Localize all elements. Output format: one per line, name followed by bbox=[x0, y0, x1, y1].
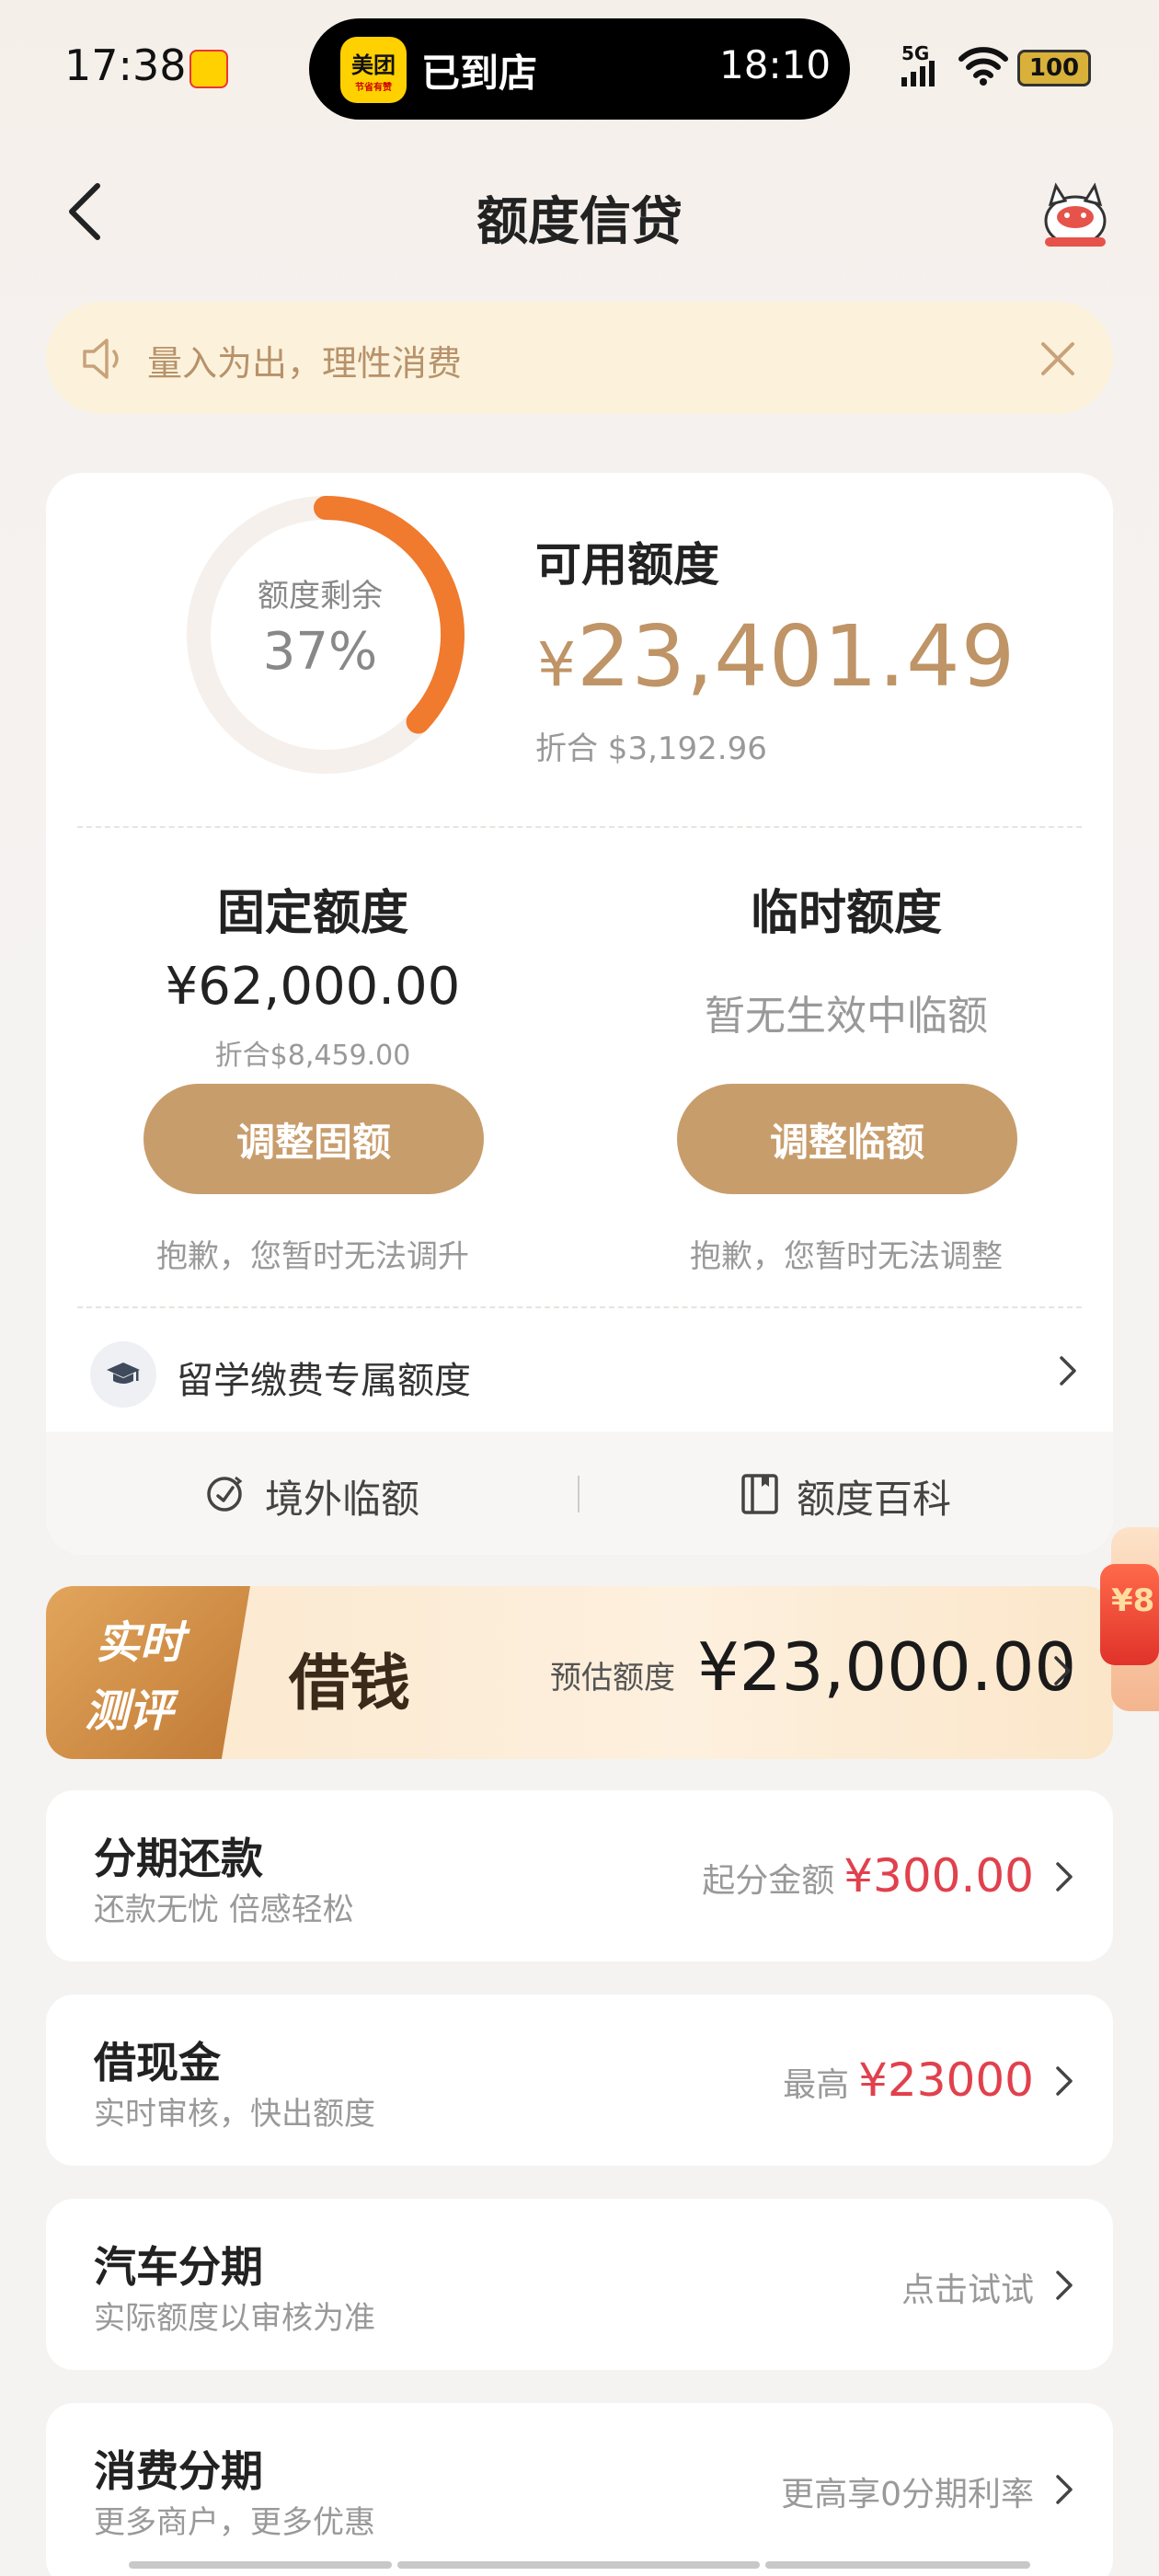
adjust-fixed-button[interactable]: 调整固额 bbox=[143, 1084, 484, 1194]
chevron-left-icon bbox=[69, 183, 100, 240]
scroll-indicator bbox=[129, 2561, 392, 2569]
service-right-label: 更高享0分期利率 bbox=[781, 2476, 1034, 2513]
service-subtitle: 实际额度以审核为准 bbox=[94, 2300, 375, 2337]
available-approx: 折合 $3,192.96 bbox=[535, 730, 767, 767]
service-subtitle: 更多商户，更多优惠 bbox=[94, 2504, 375, 2541]
service-title: 消费分期 bbox=[94, 2446, 263, 2496]
chevron-right-icon bbox=[1054, 1656, 1071, 1685]
island-app-sub: 节省有赞 bbox=[355, 83, 392, 93]
graduation-cap-icon bbox=[90, 1341, 156, 1408]
service-subtitle: 还款无忧 倍感轻松 bbox=[94, 1892, 354, 1928]
study-abroad-link[interactable]: 留学缴费专属额度 bbox=[177, 1351, 471, 1404]
island-status-text: 已到店 bbox=[421, 51, 538, 96]
fixed-quota-title: 固定额度 bbox=[216, 886, 408, 941]
service-right-price: ¥300.00 bbox=[843, 1849, 1034, 1903]
service-right-label: 点击试试 bbox=[901, 2271, 1034, 2309]
available-label: 可用额度 bbox=[535, 538, 719, 592]
link-divider bbox=[578, 1476, 580, 1512]
available-currency: ¥ bbox=[537, 629, 577, 700]
notice-text: 量入为出，理性消费 bbox=[147, 343, 463, 384]
service-right-price: ¥23000 bbox=[858, 2053, 1034, 2107]
badge-line-1: 实时 bbox=[96, 1617, 185, 1669]
battery-icon: 100 bbox=[1017, 50, 1091, 86]
mascot-icon[interactable] bbox=[1038, 180, 1113, 250]
island-time: 18:10 bbox=[719, 42, 832, 87]
service-subtitle: 实时审核，快出额度 bbox=[94, 2096, 375, 2133]
chevron-right-icon bbox=[1056, 2475, 1073, 2504]
chevron-right-icon bbox=[1056, 2066, 1073, 2096]
service-right-label: 最高 bbox=[783, 2066, 850, 2104]
promo-amount: ¥8 bbox=[1111, 1582, 1155, 1619]
status-time: 17:38 bbox=[64, 40, 187, 90]
close-icon[interactable] bbox=[1036, 337, 1080, 381]
refresh-globe-icon bbox=[207, 1476, 243, 1512]
fixed-quota-amount: ¥62,000.00 bbox=[165, 957, 461, 1017]
service-title: 汽车分期 bbox=[94, 2242, 263, 2292]
page-title: 额度信贷 bbox=[476, 192, 683, 252]
battery-level: 100 bbox=[1028, 54, 1080, 82]
chevron-right-icon bbox=[1056, 1862, 1073, 1892]
temp-quota-empty: 暂无生效中临额 bbox=[705, 993, 988, 1040]
book-icon bbox=[741, 1474, 778, 1514]
meituan-logo-icon: 美团 节省有赞 bbox=[340, 37, 407, 103]
quota-wiki-link[interactable]: 额度百科 bbox=[797, 1468, 951, 1524]
service-right: 更高享0分期利率 bbox=[781, 2467, 1034, 2515]
back-button[interactable] bbox=[57, 175, 112, 248]
divider bbox=[77, 1306, 1082, 1308]
scroll-indicator bbox=[397, 2561, 760, 2569]
available-amount-value: 23,401.49 bbox=[577, 607, 1016, 706]
temp-quota-title: 临时额度 bbox=[750, 886, 942, 941]
overseas-temp-quota-link[interactable]: 境外临额 bbox=[265, 1468, 419, 1524]
borrow-est-label: 预估额度 bbox=[550, 1660, 675, 1696]
ring-value: 37% bbox=[262, 622, 378, 682]
app-notification-icon bbox=[189, 50, 228, 88]
speaker-icon bbox=[83, 339, 119, 379]
service-right: 起分金额 ¥300.00 bbox=[702, 1849, 1034, 1903]
chevron-right-icon[interactable] bbox=[1054, 1352, 1082, 1389]
service-right-label: 起分金额 bbox=[702, 1862, 835, 1900]
island-app-name: 美团 bbox=[351, 52, 396, 78]
service-title: 分期还款 bbox=[94, 1834, 263, 1883]
ring-label: 额度剩余 bbox=[258, 578, 383, 615]
borrow-title: 借钱 bbox=[289, 1647, 410, 1719]
service-right: 点击试试 bbox=[901, 2263, 1034, 2311]
promo-red-packet[interactable]: ¥8 bbox=[1100, 1564, 1159, 1665]
badge-line-2: 测评 bbox=[85, 1685, 174, 1737]
scroll-indicator bbox=[765, 2561, 1030, 2569]
wifi-icon bbox=[958, 47, 1008, 86]
signal-icon bbox=[901, 61, 935, 86]
graduation-cap-glyph bbox=[107, 1363, 140, 1384]
chevron-right-icon bbox=[1056, 2271, 1073, 2300]
available-amount: ¥23,401.49 bbox=[537, 607, 1016, 706]
fixed-quota-approx: 折合$8,459.00 bbox=[214, 1040, 411, 1072]
service-title: 借现金 bbox=[94, 2038, 221, 2087]
adjust-temp-button[interactable]: 调整临额 bbox=[677, 1084, 1017, 1194]
temp-quota-note: 抱歉，您暂时无法调整 bbox=[690, 1238, 1003, 1275]
service-right: 最高 ¥23000 bbox=[783, 2053, 1034, 2107]
fixed-quota-note: 抱歉，您暂时无法调升 bbox=[156, 1238, 469, 1275]
divider bbox=[77, 826, 1082, 828]
borrow-est-value: ¥23,000.00 bbox=[697, 1628, 1077, 1706]
